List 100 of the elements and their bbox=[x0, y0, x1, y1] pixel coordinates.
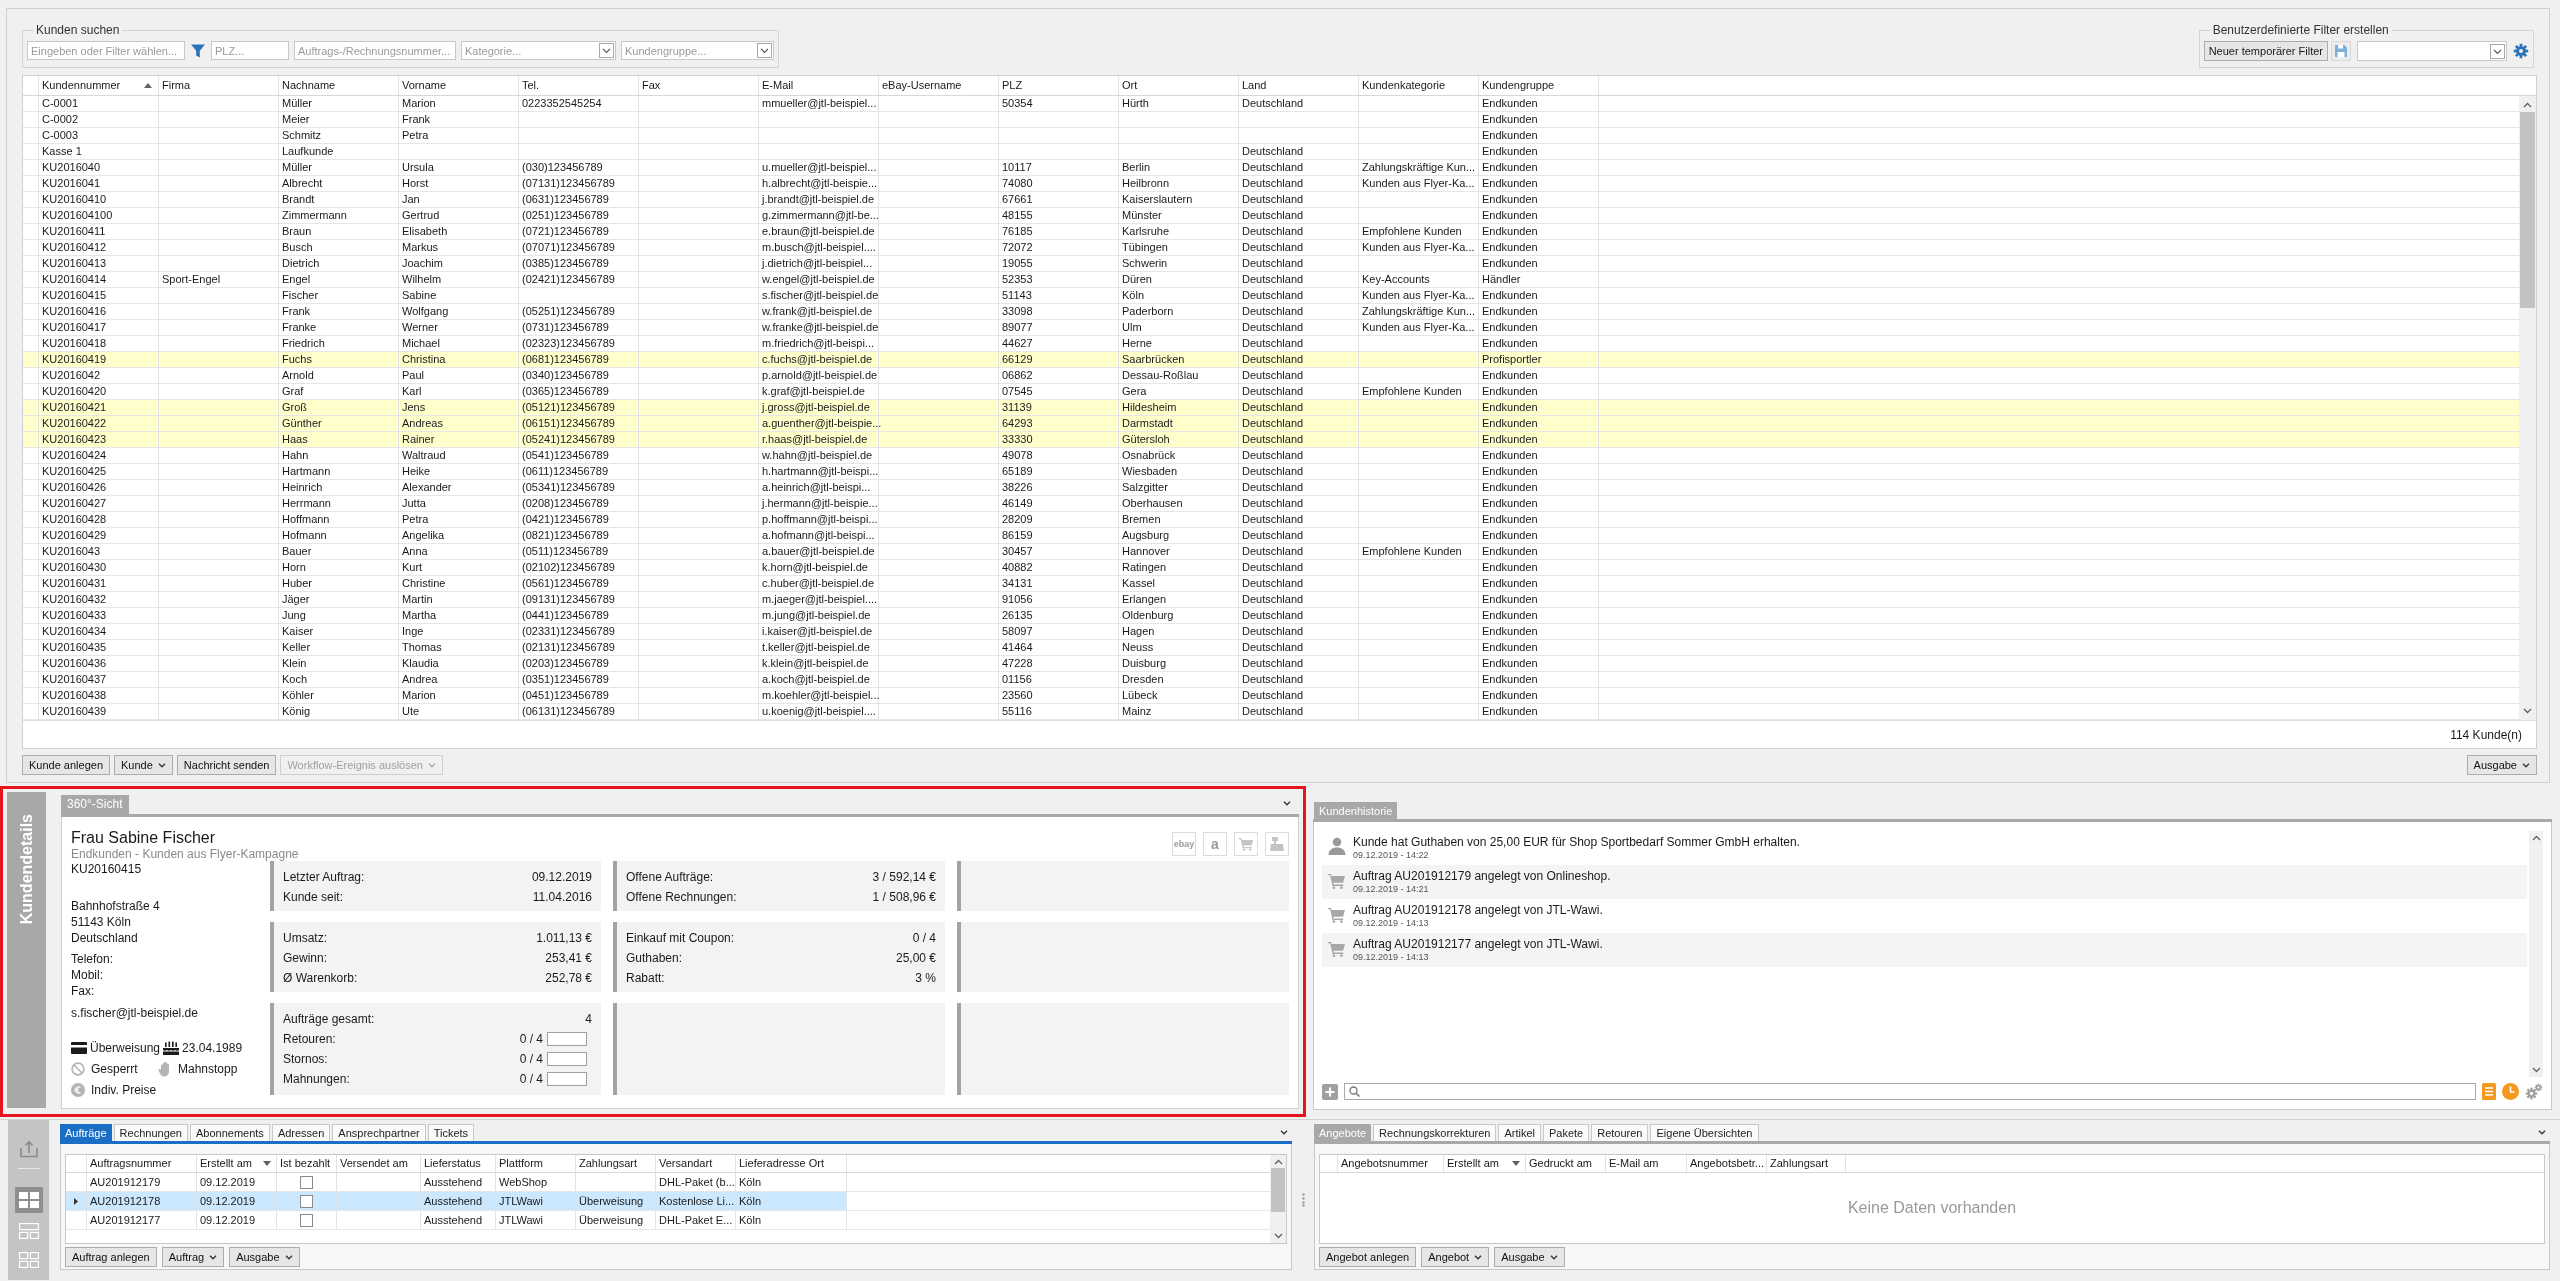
checkbox[interactable] bbox=[300, 1175, 313, 1189]
column-header[interactable]: Ist bezahlt bbox=[277, 1155, 337, 1172]
checkbox[interactable] bbox=[300, 1213, 313, 1227]
button[interactable]: Ausgabe bbox=[2466, 755, 2537, 775]
settings-icon[interactable] bbox=[2513, 43, 2529, 59]
filter-icon[interactable] bbox=[190, 42, 206, 59]
plus-icon[interactable] bbox=[1322, 1083, 1338, 1100]
table-row[interactable]: KU201604100 Zimmermann Gertrud (0251)123456789 g.zimmermann@jtl-be... 48155 Münster Deutschland Endkunden bbox=[23, 208, 2519, 224]
gears-icon[interactable] bbox=[2525, 1083, 2543, 1100]
column-header[interactable]: Kundenkategorie bbox=[1359, 76, 1479, 95]
tab[interactable]: Adressen bbox=[271, 1124, 331, 1141]
tab[interactable]: Retouren bbox=[1591, 1124, 1649, 1141]
table-row[interactable]: KU20160439 König Ute (06131)123456789 u.koenig@jtl-beispiel.... 55116 Mainz Deutschland Endkunden bbox=[23, 704, 2519, 720]
save-button[interactable] bbox=[2331, 41, 2351, 61]
chevron-down-icon[interactable] bbox=[757, 43, 772, 58]
table-row[interactable]: KU20160431 Huber Christine (0561)123456789 c.huber@jtl-beispiel.de 34131 Kassel Deutschland Endkunden bbox=[23, 576, 2519, 592]
tab[interactable]: Rechnungskorrekturen bbox=[1373, 1124, 1497, 1141]
column-header[interactable]: Versandart bbox=[656, 1155, 736, 1172]
history-entry[interactable]: Auftrag AU201912177 angelegt von JTL-Wawi. 09.12.2019 - 14:13 bbox=[1322, 933, 2527, 967]
table-row[interactable]: KU2016040 Müller Ursula (030)123456789 u.mueller@jtl-beispiel... 10117 Berlin Deutschland Zahlungskräftige Kun... Endkunden bbox=[23, 160, 2519, 176]
table-row[interactable]: KU20160422 Günther Andreas (06151)123456789 a.guenther@jtl-beispie... 64293 Darmstadt Deutschland Endkunden bbox=[23, 416, 2519, 432]
table-row[interactable]: AU201912178 09.12.2019 Ausstehend JTLWawi Überweisung Kostenlose Li... Köln bbox=[66, 1192, 1270, 1211]
column-header[interactable]: E-Mail am bbox=[1606, 1155, 1687, 1172]
dropdown[interactable]: Kategorie... bbox=[461, 41, 616, 60]
table-row[interactable]: KU20160416 Frank Wolfgang (05251)123456789 w.frank@jtl-beispiel.de 33098 Paderborn Deutschland Zahlungskräftige Kun... Endkunden bbox=[23, 304, 2519, 320]
channel-button[interactable] bbox=[1265, 832, 1289, 856]
table-row[interactable]: KU20160426 Heinrich Alexander (05341)123456789 a.heinrich@jtl-beispi... 38226 Salzgitter Deutschland Endkunden bbox=[23, 480, 2519, 496]
scroll-down-icon[interactable] bbox=[2523, 708, 2532, 714]
scroll-down-icon[interactable] bbox=[2531, 1067, 2541, 1073]
scroll-up-icon[interactable] bbox=[2531, 835, 2541, 841]
column-header[interactable]: Lieferstatus bbox=[421, 1155, 496, 1172]
column-header[interactable]: Zahlungsart bbox=[1767, 1155, 1846, 1172]
channel-button[interactable] bbox=[1234, 832, 1258, 856]
table-row[interactable]: KU20160425 Hartmann Heike (0611)123456789 h.hartmann@jtl-beispi... 65189 Wiesbaden Deutschland Endkunden bbox=[23, 464, 2519, 480]
button[interactable]: Kunde bbox=[114, 755, 173, 775]
clock-icon[interactable] bbox=[2502, 1083, 2519, 1100]
button[interactable]: Nachricht senden bbox=[176, 755, 277, 775]
table-row[interactable]: KU20160433 Jung Martha (0441)123456789 m.jung@jtl-beispiel.de 26135 Oldenburg Deutschland Endkunden bbox=[23, 608, 2519, 624]
search-field[interactable] bbox=[1344, 1083, 2476, 1100]
tab[interactable]: Abonnements bbox=[190, 1124, 270, 1141]
table-row[interactable]: C-0002 Meier Frank Endkunden bbox=[23, 112, 2519, 128]
tab[interactable]: Ansprechpartner bbox=[332, 1124, 426, 1141]
scroll-up-icon[interactable] bbox=[1273, 1159, 1283, 1165]
table-row[interactable]: KU20160435 Keller Thomas (02131)123456789 t.keller@jtl-beispiel.de 41464 Neuss Deutschland Endkunden bbox=[23, 640, 2519, 656]
dropdown[interactable]: Kundengruppe... bbox=[621, 41, 774, 60]
column-header[interactable]: E-Mail bbox=[759, 76, 879, 95]
table-row[interactable]: KU20160423 Haas Rainer (05241)123456789 r.haas@jtl-beispiel.de 33330 Gütersloh Deutschland Endkunden bbox=[23, 432, 2519, 448]
chevron-down-icon[interactable] bbox=[599, 43, 614, 58]
column-header[interactable]: PLZ bbox=[999, 76, 1119, 95]
table-row[interactable]: KU20160414 Sport-Engel Engel Wilhelm (02421)123456789 w.engel@jtl-beispiel.de 52353 Düren Deutschland Key-Accounts Händler bbox=[23, 272, 2519, 288]
search-field[interactable]: PLZ... bbox=[211, 41, 289, 60]
table-row[interactable]: KU20160438 Köhler Marion (0451)123456789 m.koehler@jtl-beispiel... 23560 Lübeck Deutschland Endkunden bbox=[23, 688, 2519, 704]
column-header[interactable]: Vorname bbox=[399, 76, 519, 95]
button[interactable]: Angebot bbox=[1421, 1247, 1490, 1267]
scrollbar[interactable] bbox=[1270, 1155, 1286, 1243]
table-row[interactable]: KU20160411 Braun Elisabeth (0721)123456789 e.braun@jtl-beispiel.de 76185 Karlsruhe Deutschland Empfohlene Kunden Endkunden bbox=[23, 224, 2519, 240]
scroll-up-icon[interactable] bbox=[2523, 102, 2532, 108]
button[interactable]: Ausgabe bbox=[229, 1247, 300, 1267]
button[interactable]: Auftrag anlegen bbox=[65, 1247, 157, 1267]
scrollbar-thumb[interactable] bbox=[2520, 112, 2535, 308]
column-header[interactable]: Erstellt am bbox=[197, 1155, 277, 1172]
scrollbar[interactable] bbox=[2519, 96, 2536, 720]
tab[interactable]: Eigene Übersichten bbox=[1650, 1124, 1759, 1141]
table-row[interactable]: AU201912177 09.12.2019 Ausstehend JTLWawi Überweisung DHL-Paket E... Köln bbox=[66, 1211, 1270, 1230]
table-row[interactable]: KU2016041 Albrecht Horst (07131)123456789 h.albrecht@jtl-beispie... 74080 Heilbronn Deutschland Kunden aus Flyer-Ka... Endkunden bbox=[23, 176, 2519, 192]
table-row[interactable]: KU20160429 Hofmann Angelika (0821)123456789 a.hofmann@jtl-beispi... 86159 Augsburg Deutschland Endkunden bbox=[23, 528, 2519, 544]
column-header[interactable]: Gedruckt am bbox=[1526, 1155, 1606, 1172]
checkbox[interactable] bbox=[300, 1194, 313, 1208]
chevron-down-icon[interactable] bbox=[2490, 43, 2505, 59]
column-header[interactable]: Lieferadresse Ort bbox=[736, 1155, 847, 1172]
table-row[interactable]: AU201912179 09.12.2019 Ausstehend WebShop DHL-Paket (b... Köln bbox=[66, 1173, 1270, 1192]
table-row[interactable]: KU20160417 Franke Werner (0731)123456789 w.franke@jtl-beispiel.de 89077 Ulm Deutschland Kunden aus Flyer-Ka... Endkunden bbox=[23, 320, 2519, 336]
table-row[interactable]: KU20160434 Kaiser Inge (02331)123456789 i.kaiser@jtl-beispiel.de 58097 Hagen Deutschland Endkunden bbox=[23, 624, 2519, 640]
column-header[interactable]: eBay-Username bbox=[879, 76, 999, 95]
scrollbar[interactable] bbox=[2529, 831, 2543, 1077]
button[interactable]: Auftrag bbox=[161, 1247, 225, 1267]
column-header[interactable]: Auftragsnummer bbox=[87, 1155, 197, 1172]
tab[interactable]: Tickets bbox=[427, 1124, 475, 1141]
column-header[interactable]: Plattform bbox=[496, 1155, 576, 1172]
column-header[interactable]: Angebotsbetr... bbox=[1687, 1155, 1767, 1172]
column-header[interactable]: Tel. bbox=[519, 76, 639, 95]
scrollbar-thumb[interactable] bbox=[1271, 1168, 1285, 1212]
tab[interactable]: Pakete bbox=[1542, 1124, 1590, 1141]
table-row[interactable]: KU20160437 Koch Andrea (0351)123456789 a.koch@jtl-beispiel.de 01156 Dresden Deutschland Endkunden bbox=[23, 672, 2519, 688]
table-row[interactable]: KU20160436 Klein Klaudia (0203)123456789 k.klein@jtl-beispiel.de 47228 Duisburg Deutschland Endkunden bbox=[23, 656, 2519, 672]
document-list-icon[interactable] bbox=[2482, 1083, 2496, 1100]
column-header[interactable]: Erstellt am bbox=[1444, 1155, 1526, 1172]
column-header[interactable]: Fax bbox=[639, 76, 759, 95]
table-row[interactable]: KU20160430 Horn Kurt (02102)123456789 k.horn@jtl-beispiel.de 40882 Ratingen Deutschland Endkunden bbox=[23, 560, 2519, 576]
button[interactable]: Kunde anlegen bbox=[22, 755, 110, 775]
table-row[interactable]: KU20160420 Graf Karl (0365)123456789 k.graf@jtl-beispiel.de 07545 Gera Deutschland Empfohlene Kunden Endkunden bbox=[23, 384, 2519, 400]
column-header[interactable]: Ort bbox=[1119, 76, 1239, 95]
table-row[interactable]: C-0001 Müller Marion 0223352545254 mmueller@jtl-beispiel... 50354 Hürth Deutschland Endkunden bbox=[23, 96, 2519, 112]
column-header[interactable]: Kundengruppe bbox=[1479, 76, 1599, 95]
table-row[interactable]: KU20160410 Brandt Jan (0631)123456789 j.brandt@jtl-beispiel.de 67661 Kaiserslautern Deutschland Endkunden bbox=[23, 192, 2519, 208]
search-field[interactable]: Eingeben oder Filter wählen... bbox=[27, 41, 185, 60]
column-header[interactable]: Kundennummer bbox=[39, 76, 159, 95]
column-header[interactable]: Angebotsnummer bbox=[1338, 1155, 1444, 1172]
tab[interactable]: Rechnungen bbox=[113, 1124, 188, 1141]
history-entry[interactable]: Auftrag AU201912179 angelegt von Onlineshop. 09.12.2019 - 14:21 bbox=[1322, 865, 2527, 899]
